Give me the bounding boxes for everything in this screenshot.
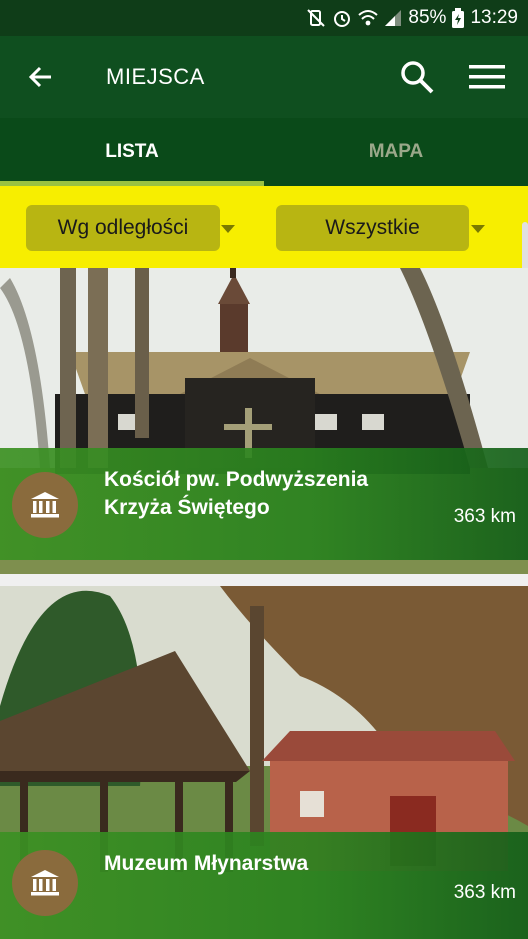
hamburger-menu-icon — [469, 65, 505, 89]
place-distance: 363 km — [453, 506, 516, 527]
museum-building-icon — [31, 492, 59, 518]
alarm-icon — [332, 8, 352, 28]
search-icon — [401, 61, 434, 94]
tab-label: MAPA — [368, 141, 424, 162]
page-title: MIEJSCA — [106, 64, 205, 89]
category-chevron-down-icon[interactable] — [471, 225, 485, 233]
place-card[interactable]: Muzeum Młynarstwa 363 km — [0, 586, 528, 939]
place-title-line: Muzeum Młynarstwa — [104, 852, 309, 875]
battery-percent: 85% — [408, 7, 447, 28]
tab-bar: LISTA MAPA — [0, 118, 528, 186]
status-bar: 85% 13:29 — [0, 0, 528, 36]
search-button[interactable] — [388, 48, 446, 106]
place-title-line: Kościół pw. Podwyższenia — [104, 468, 369, 491]
clock: 13:29 — [470, 7, 518, 28]
back-button[interactable] — [12, 48, 70, 106]
arrow-left-icon — [28, 66, 51, 88]
tab-label: LISTA — [105, 141, 159, 162]
place-title-line: Krzyża Świętego — [104, 496, 270, 519]
card-overlay — [0, 832, 528, 939]
sort-dropdown[interactable]: Wg odległości — [26, 205, 220, 251]
place-card[interactable]: Kościół pw. Podwyższenia Krzyża Świętego… — [0, 268, 528, 574]
category-badge — [12, 850, 78, 916]
place-title: Muzeum Młynarstwa — [104, 850, 434, 878]
battery-charging-icon — [452, 8, 465, 28]
category-badge — [12, 472, 78, 538]
menu-button[interactable] — [458, 48, 516, 106]
category-dropdown[interactable]: Wszystkie — [276, 205, 469, 251]
card-divider — [0, 574, 528, 586]
museum-building-icon — [31, 870, 59, 896]
app-bar: MIEJSCA — [0, 36, 528, 118]
place-title: Kościół pw. Podwyższenia Krzyża Świętego — [104, 466, 434, 522]
signal-icon — [384, 9, 402, 27]
sort-chevron-down-icon[interactable] — [221, 225, 235, 233]
tab-lista[interactable]: LISTA — [0, 118, 264, 186]
wifi-icon — [358, 9, 379, 27]
tab-mapa[interactable]: MAPA — [264, 118, 528, 186]
mute-vibrate-icon — [306, 8, 326, 28]
place-distance: 363 km — [453, 882, 516, 903]
sort-dropdown-value: Wg odległości — [57, 216, 189, 239]
category-dropdown-value: Wszystkie — [325, 216, 420, 239]
